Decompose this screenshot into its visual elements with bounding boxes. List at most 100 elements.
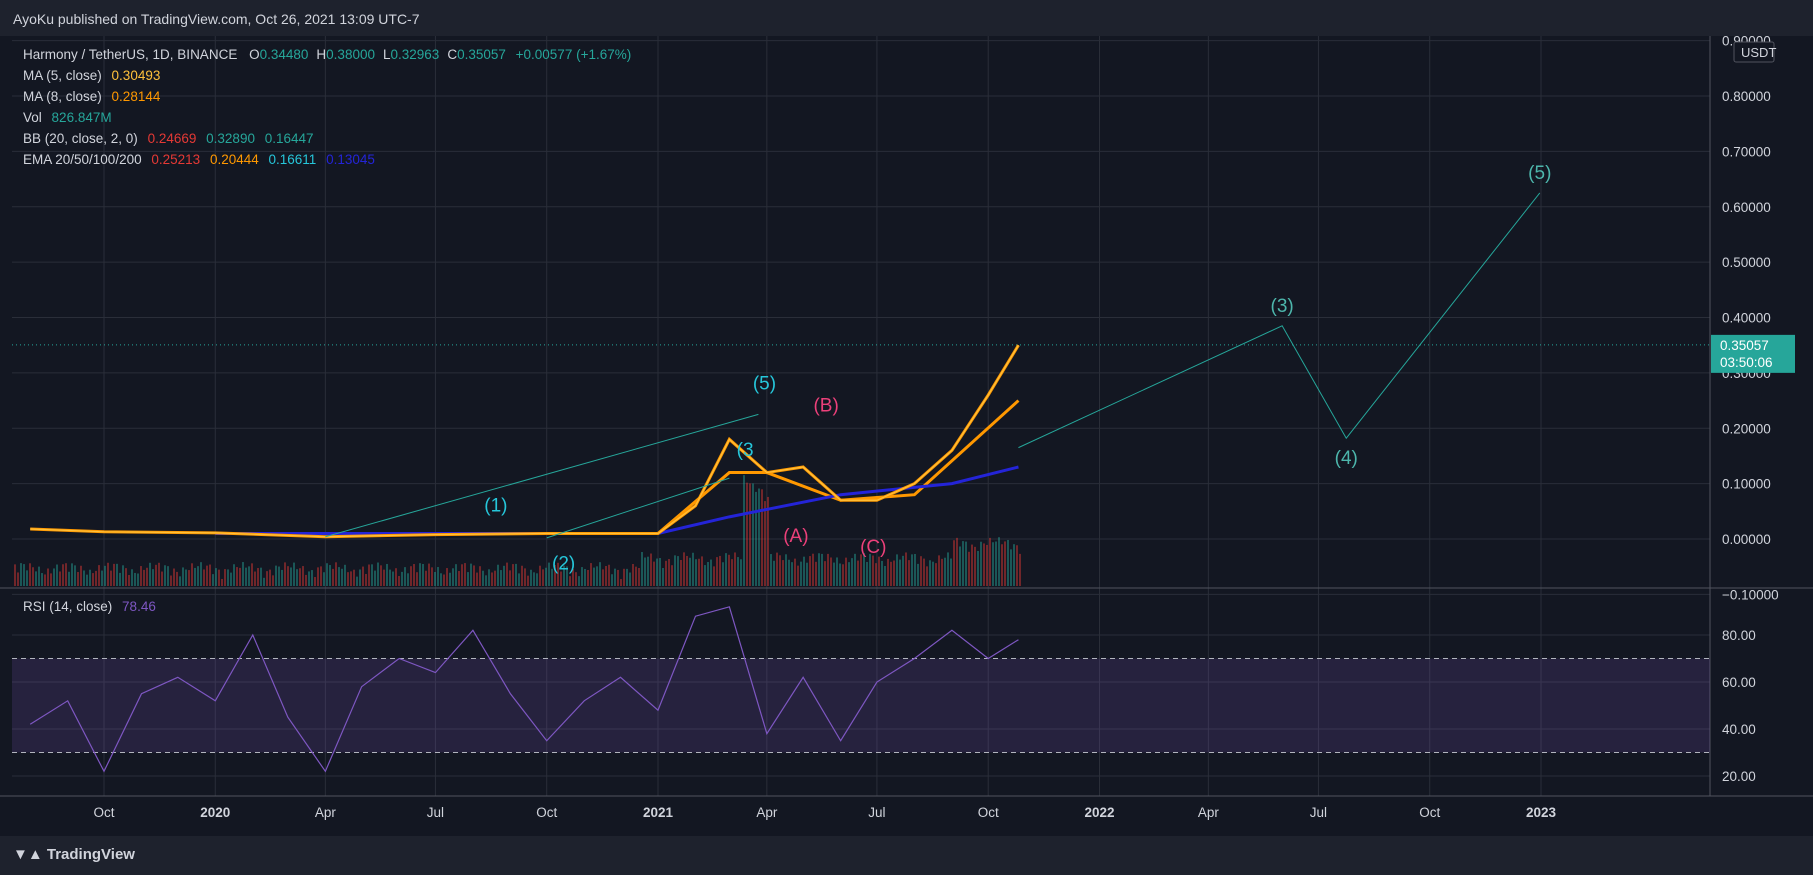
volume-bar bbox=[113, 563, 115, 586]
volume-bar bbox=[596, 566, 598, 586]
volume-bar bbox=[539, 565, 541, 586]
ma5-legend[interactable]: MA (5, close) 0.30493 bbox=[23, 68, 160, 83]
ema-legend[interactable]: EMA 20/50/100/200 0.25213 0.20444 0.1661… bbox=[23, 152, 375, 167]
bb-legend[interactable]: BB (20, close, 2, 0) 0.24669 0.32890 0.1… bbox=[23, 131, 314, 146]
volume-bar bbox=[440, 573, 442, 586]
volume-bar bbox=[977, 550, 979, 586]
chart-area[interactable]: (3)(4)(5)(1)(2)(3(5)(B)(A)(C)0.900000.80… bbox=[0, 36, 1813, 836]
volume-bar bbox=[746, 482, 748, 586]
volume-bar bbox=[983, 543, 985, 586]
volume-bar bbox=[251, 563, 253, 586]
volume-bar bbox=[134, 572, 136, 586]
volume-bar bbox=[545, 567, 547, 586]
volume-bar bbox=[230, 572, 232, 586]
volume-bar bbox=[761, 489, 763, 586]
volume-bar bbox=[365, 573, 367, 586]
volume-bar bbox=[98, 565, 100, 586]
time-tick-label: 2023 bbox=[1526, 805, 1557, 820]
volume-bar bbox=[176, 571, 178, 586]
volume-bar bbox=[23, 564, 25, 586]
volume-bar bbox=[272, 575, 274, 586]
volume-bar bbox=[317, 567, 319, 586]
time-tick-label: Oct bbox=[536, 805, 557, 820]
ema20-value: 0.25213 bbox=[151, 152, 201, 167]
volume-bar bbox=[491, 572, 493, 586]
volume-bar bbox=[416, 572, 418, 586]
volume-bar bbox=[329, 565, 331, 586]
ma8-legend[interactable]: MA (8, close) 0.28144 bbox=[23, 89, 160, 104]
volume-bar bbox=[269, 569, 271, 586]
volume-bar bbox=[452, 568, 454, 586]
volume-label: Vol bbox=[23, 110, 42, 125]
volume-bar bbox=[782, 560, 784, 586]
volume-bar bbox=[404, 567, 406, 586]
volume-bar bbox=[941, 558, 943, 586]
ohlc-value-c: 0.35057 bbox=[457, 47, 506, 62]
volume-bar bbox=[830, 557, 832, 586]
volume-bar bbox=[944, 557, 946, 586]
volume-bar bbox=[110, 570, 112, 586]
time-tick-label: Oct bbox=[978, 805, 999, 820]
volume-bar bbox=[806, 562, 808, 586]
volume-bar bbox=[896, 554, 898, 586]
volume-bar bbox=[278, 566, 280, 586]
volume-bar bbox=[488, 569, 490, 586]
volume-bar bbox=[656, 558, 658, 586]
time-tick-label: 2020 bbox=[200, 805, 230, 820]
rsi-band bbox=[12, 658, 1710, 753]
volume-bar bbox=[533, 572, 535, 586]
volume-bar bbox=[647, 556, 649, 586]
volume-bar bbox=[293, 562, 295, 586]
symbol-name: Harmony / TetherUS, 1D, BINANCE bbox=[23, 47, 238, 62]
volume-bar bbox=[482, 570, 484, 586]
ohlc-value-h: 0.38000 bbox=[326, 47, 375, 62]
volume-bar bbox=[347, 572, 349, 586]
rsi-value: 78.46 bbox=[122, 599, 156, 614]
price-line-highlight bbox=[30, 344, 1019, 538]
volume-bar bbox=[986, 544, 988, 586]
volume-bar bbox=[992, 542, 994, 586]
volume-bar bbox=[62, 564, 64, 586]
volume-bar bbox=[398, 576, 400, 586]
volume-bar bbox=[71, 563, 73, 586]
volume-bar bbox=[620, 579, 622, 586]
volume-bar bbox=[965, 541, 967, 586]
volume-bar bbox=[521, 565, 523, 586]
symbol-legend[interactable]: Harmony / TetherUS, 1D, BINANCE O0.34480… bbox=[23, 47, 631, 62]
volume-bar bbox=[989, 537, 991, 586]
volume-bar bbox=[203, 569, 205, 586]
volume-bar bbox=[32, 567, 34, 586]
ema-line bbox=[215, 465, 1019, 535]
volume-bar bbox=[608, 564, 610, 586]
volume-bar bbox=[818, 553, 820, 586]
volume-bar bbox=[44, 574, 46, 586]
volume-bar bbox=[794, 558, 796, 586]
rsi-legend[interactable]: RSI (14, close) 78.46 bbox=[23, 599, 156, 614]
volume-bar bbox=[287, 566, 289, 586]
wave-label: (B) bbox=[813, 396, 838, 417]
unit-label: USDT bbox=[1741, 45, 1776, 60]
volume-bar bbox=[335, 562, 337, 586]
volume-bar bbox=[443, 574, 445, 586]
volume-bar bbox=[569, 576, 571, 586]
volume-bar bbox=[101, 570, 103, 586]
volume-bar bbox=[299, 568, 301, 586]
volume-bar bbox=[212, 574, 214, 586]
volume-bar bbox=[947, 552, 949, 586]
ohlc-key-c: C bbox=[447, 47, 458, 62]
volume-bar bbox=[833, 562, 835, 586]
volume-bar bbox=[743, 475, 745, 586]
volume-bar bbox=[509, 570, 511, 586]
volume-bar bbox=[479, 566, 481, 586]
volume-bar bbox=[836, 557, 838, 586]
volume-bar bbox=[860, 554, 862, 586]
ma5-value: 0.30493 bbox=[111, 68, 161, 83]
volume-bar bbox=[296, 569, 298, 586]
volume-legend[interactable]: Vol 826.847M bbox=[23, 110, 112, 125]
volume-bar bbox=[83, 570, 85, 586]
volume-bar bbox=[14, 564, 16, 586]
tradingview-logo[interactable]: ▼▲ TradingView bbox=[13, 846, 135, 863]
volume-bar bbox=[362, 566, 364, 586]
volume-bar bbox=[89, 569, 91, 586]
volume-bar bbox=[68, 571, 70, 586]
